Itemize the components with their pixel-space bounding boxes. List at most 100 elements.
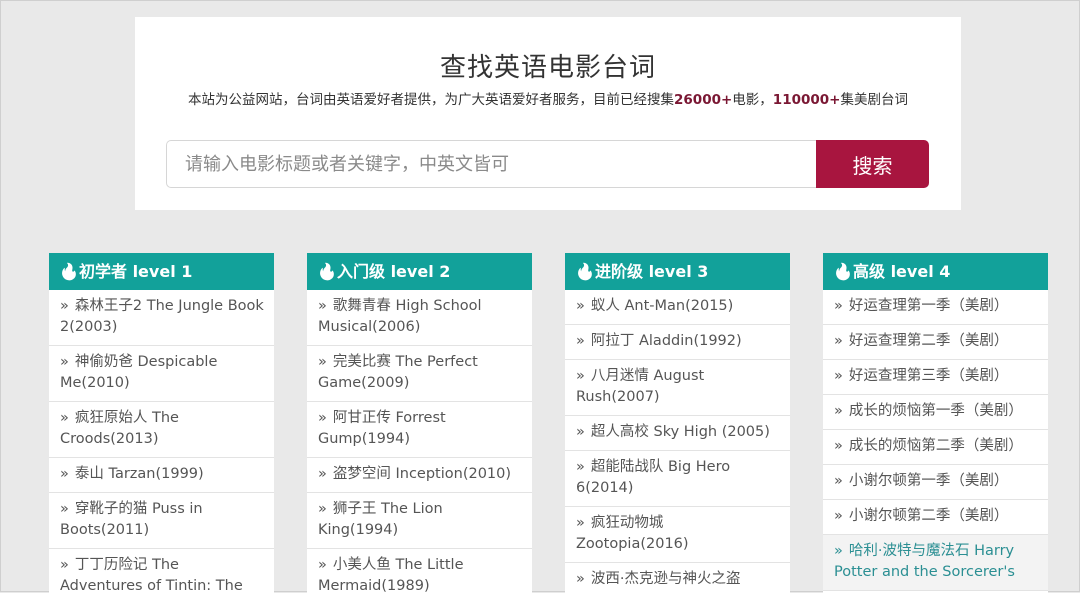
level-header[interactable]: 🔥初学者 level 1 bbox=[49, 253, 274, 290]
level-column-2: 🔥入门级 level 2» 歌舞青春 High School Musical(20… bbox=[307, 253, 532, 593]
movie-list-item[interactable]: » 小美人鱼 The Little Mermaid(1989) bbox=[307, 549, 532, 593]
search-button[interactable]: 搜索 bbox=[816, 140, 929, 188]
movie-title: 丁丁历险记 The Adventures of Tintin: The bbox=[60, 557, 243, 593]
double-chevron-right-icon: » bbox=[318, 557, 327, 573]
movie-list-item[interactable]: » 阿拉丁 Aladdin(1992) bbox=[565, 325, 790, 360]
movie-list-item[interactable]: »波西·杰克逊与神火之盗 Percy Jackson & the bbox=[565, 563, 790, 593]
movie-title: 盗梦空间 Inception(2010) bbox=[332, 466, 512, 482]
movie-title: 好运查理第二季（美剧） bbox=[848, 333, 1009, 349]
description-text-1: 本站为公益网站，台词由英语爱好者提供，为广大英语爱好者服务，目前已经搜集 bbox=[188, 92, 675, 108]
double-chevron-right-icon: » bbox=[834, 298, 843, 314]
movie-title: 成长的烦恼第一季（美剧） bbox=[848, 403, 1023, 419]
level-header-label: 高级 level 4 bbox=[853, 262, 951, 281]
movie-title: 超能陆战队 Big Hero 6(2014) bbox=[576, 459, 731, 496]
movie-list-item[interactable]: » 超人高校 Sky High (2005) bbox=[565, 416, 790, 451]
double-chevron-right-icon: » bbox=[318, 410, 327, 426]
double-chevron-right-icon: » bbox=[60, 354, 69, 370]
page-title: 查找英语电影台词 bbox=[439, 53, 656, 83]
double-chevron-right-icon: » bbox=[60, 298, 69, 314]
movie-list-item[interactable]: » 丁丁历险记 The Adventures of Tintin: The bbox=[49, 549, 274, 593]
level-header[interactable]: 🔥入门级 level 2 bbox=[307, 253, 532, 290]
description-text-2: 电影， bbox=[732, 92, 773, 108]
movie-title: 波西·杰克逊与神火之盗 Percy Jackson & the bbox=[576, 571, 741, 593]
movie-list: » 好运查理第一季（美剧） » 好运查理第二季（美剧） » 好运查理第三季（美剧） » 成长的… bbox=[823, 290, 1048, 591]
movie-title: 疯狂动物城 Zootopia(2016) bbox=[576, 515, 689, 552]
movie-count: 26000+ bbox=[674, 92, 733, 108]
movie-list-item[interactable]: » 好运查理第二季（美剧） bbox=[823, 325, 1048, 360]
double-chevron-right-icon: » bbox=[318, 298, 327, 314]
level-column-3: 🔥进阶级 level 3 » 蚁人 Ant-Man(2015) » 阿拉丁 Aladdi… bbox=[565, 253, 790, 593]
movie-list-item[interactable]: » 疯狂动物城 Zootopia(2016) bbox=[565, 507, 790, 563]
movie-list-item[interactable]: » 神偷奶爸 Despicable Me(2010) bbox=[49, 346, 274, 402]
movie-title: 神偷奶爸 Despicable Me(2010) bbox=[60, 354, 218, 391]
hero-panel: 查找英语电影台词 本站为公益网站，台词由英语爱好者提供，为广大英语爱好者服务，目… bbox=[135, 17, 961, 210]
double-chevron-right-icon: » bbox=[834, 543, 843, 559]
double-chevron-right-icon: » bbox=[834, 333, 843, 349]
movie-list-item[interactable]: » 八月迷情 August Rush(2007) bbox=[565, 360, 790, 416]
double-chevron-right-icon: » bbox=[834, 473, 843, 489]
movie-title: 小谢尔顿第二季（美剧） bbox=[848, 508, 1009, 524]
movie-title: 完美比赛 The Perfect Game(2009) bbox=[318, 354, 478, 391]
movie-title: 歌舞青春 High School Musical(2006) bbox=[318, 298, 482, 335]
double-chevron-right-icon: » bbox=[576, 515, 585, 531]
movie-title: 好运查理第三季（美剧） bbox=[848, 368, 1009, 384]
movie-list-item[interactable]: » 哈利·波特与魔法石 Harry Potter and the Sorcerer… bbox=[823, 535, 1048, 591]
movie-title: 穿靴子的猫 Puss in Boots(2011) bbox=[60, 501, 203, 538]
description-text-3: 集美剧台词 bbox=[840, 92, 908, 108]
movie-list-item[interactable]: » 歌舞青春 High School Musical(2006) bbox=[307, 290, 532, 346]
double-chevron-right-icon: » bbox=[60, 557, 69, 573]
double-chevron-right-icon: » bbox=[834, 368, 843, 384]
double-chevron-right-icon: » bbox=[576, 571, 585, 587]
level-header-label: 入门级 level 2 bbox=[337, 262, 451, 281]
movie-title: 小美人鱼 The Little Mermaid(1989) bbox=[318, 557, 464, 593]
movie-list-item[interactable]: » 穿靴子的猫 Puss in Boots(2011) bbox=[49, 493, 274, 549]
level-column-4: 🔥高级 level 4 » 好运查理第一季（美剧） » 好运查理第二季（美剧） » 好运查理… bbox=[823, 253, 1048, 593]
movie-list-item[interactable]: » 狮子王 The Lion King(1994) bbox=[307, 493, 532, 549]
movie-list-item[interactable]: » 蚁人 Ant-Man(2015) bbox=[565, 290, 790, 325]
double-chevron-right-icon: » bbox=[834, 438, 843, 454]
movie-list-item[interactable]: » 成长的烦恼第二季（美剧） bbox=[823, 430, 1048, 465]
level-header-label: 初学者 level 1 bbox=[79, 262, 193, 281]
movie-list-item[interactable]: » 好运查理第三季（美剧） bbox=[823, 360, 1048, 395]
movie-list-item[interactable]: » 小谢尔顿第一季（美剧） bbox=[823, 465, 1048, 500]
fire-icon: 🔥 bbox=[575, 262, 595, 281]
movie-list-item[interactable]: » 阿甘正传 Forrest Gump(1994) bbox=[307, 402, 532, 458]
level-header-label: 进阶级 level 3 bbox=[595, 262, 709, 281]
movie-title: 阿拉丁 Aladdin(1992) bbox=[590, 333, 742, 349]
level-header[interactable]: 🔥进阶级 level 3 bbox=[565, 253, 790, 290]
site-description: 本站为公益网站，台词由英语爱好者提供，为广大英语爱好者服务，目前已经搜集2600… bbox=[169, 90, 927, 110]
fire-icon: 🔥 bbox=[59, 262, 79, 281]
double-chevron-right-icon: » bbox=[834, 403, 843, 419]
double-chevron-right-icon: » bbox=[60, 501, 69, 517]
movie-list-item[interactable]: » 泰山 Tarzan(1999) bbox=[49, 458, 274, 493]
movie-title: 小谢尔顿第一季（美剧） bbox=[848, 473, 1009, 489]
movie-title: 森林王子2 The Jungle Book 2(2003) bbox=[60, 298, 264, 335]
movie-title: 蚁人 Ant-Man(2015) bbox=[590, 298, 734, 314]
double-chevron-right-icon: » bbox=[576, 333, 585, 349]
movie-list-item[interactable]: » 成长的烦恼第一季（美剧） bbox=[823, 395, 1048, 430]
movie-title: 疯狂原始人 The Croods(2013) bbox=[60, 410, 179, 447]
level-column-1: 🔥初学者 level 1» 森林王子2 The Jungle Book 2(200… bbox=[49, 253, 274, 593]
movie-list-item[interactable]: » 完美比赛 The Perfect Game(2009) bbox=[307, 346, 532, 402]
movie-list-item[interactable]: » 盗梦空间 Inception(2010) bbox=[307, 458, 532, 493]
fire-icon: 🔥 bbox=[317, 262, 337, 281]
movie-title: 阿甘正传 Forrest Gump(1994) bbox=[318, 410, 446, 447]
movie-list-item[interactable]: » 好运查理第一季（美剧） bbox=[823, 290, 1048, 325]
double-chevron-right-icon: » bbox=[60, 466, 69, 482]
search-bar: 搜索 bbox=[166, 140, 929, 188]
movie-list-item[interactable]: » 超能陆战队 Big Hero 6(2014) bbox=[565, 451, 790, 507]
movie-list: » 森林王子2 The Jungle Book 2(2003)» 神偷奶爸 Desp… bbox=[49, 290, 274, 593]
double-chevron-right-icon: » bbox=[576, 368, 585, 384]
movie-title: 狮子王 The Lion King(1994) bbox=[318, 501, 443, 538]
double-chevron-right-icon: » bbox=[318, 354, 327, 370]
level-header[interactable]: 🔥高级 level 4 bbox=[823, 253, 1048, 290]
fire-icon: 🔥 bbox=[833, 262, 853, 281]
search-input[interactable] bbox=[166, 140, 816, 188]
double-chevron-right-icon: » bbox=[576, 298, 585, 314]
movie-title: 成长的烦恼第二季（美剧） bbox=[848, 438, 1023, 454]
movie-list-item[interactable]: » 森林王子2 The Jungle Book 2(2003) bbox=[49, 290, 274, 346]
movie-list-item[interactable]: » 小谢尔顿第二季（美剧） bbox=[823, 500, 1048, 535]
double-chevron-right-icon: » bbox=[60, 410, 69, 426]
movie-title: 八月迷情 August Rush(2007) bbox=[576, 368, 705, 405]
movie-list-item[interactable]: » 疯狂原始人 The Croods(2013) bbox=[49, 402, 274, 458]
